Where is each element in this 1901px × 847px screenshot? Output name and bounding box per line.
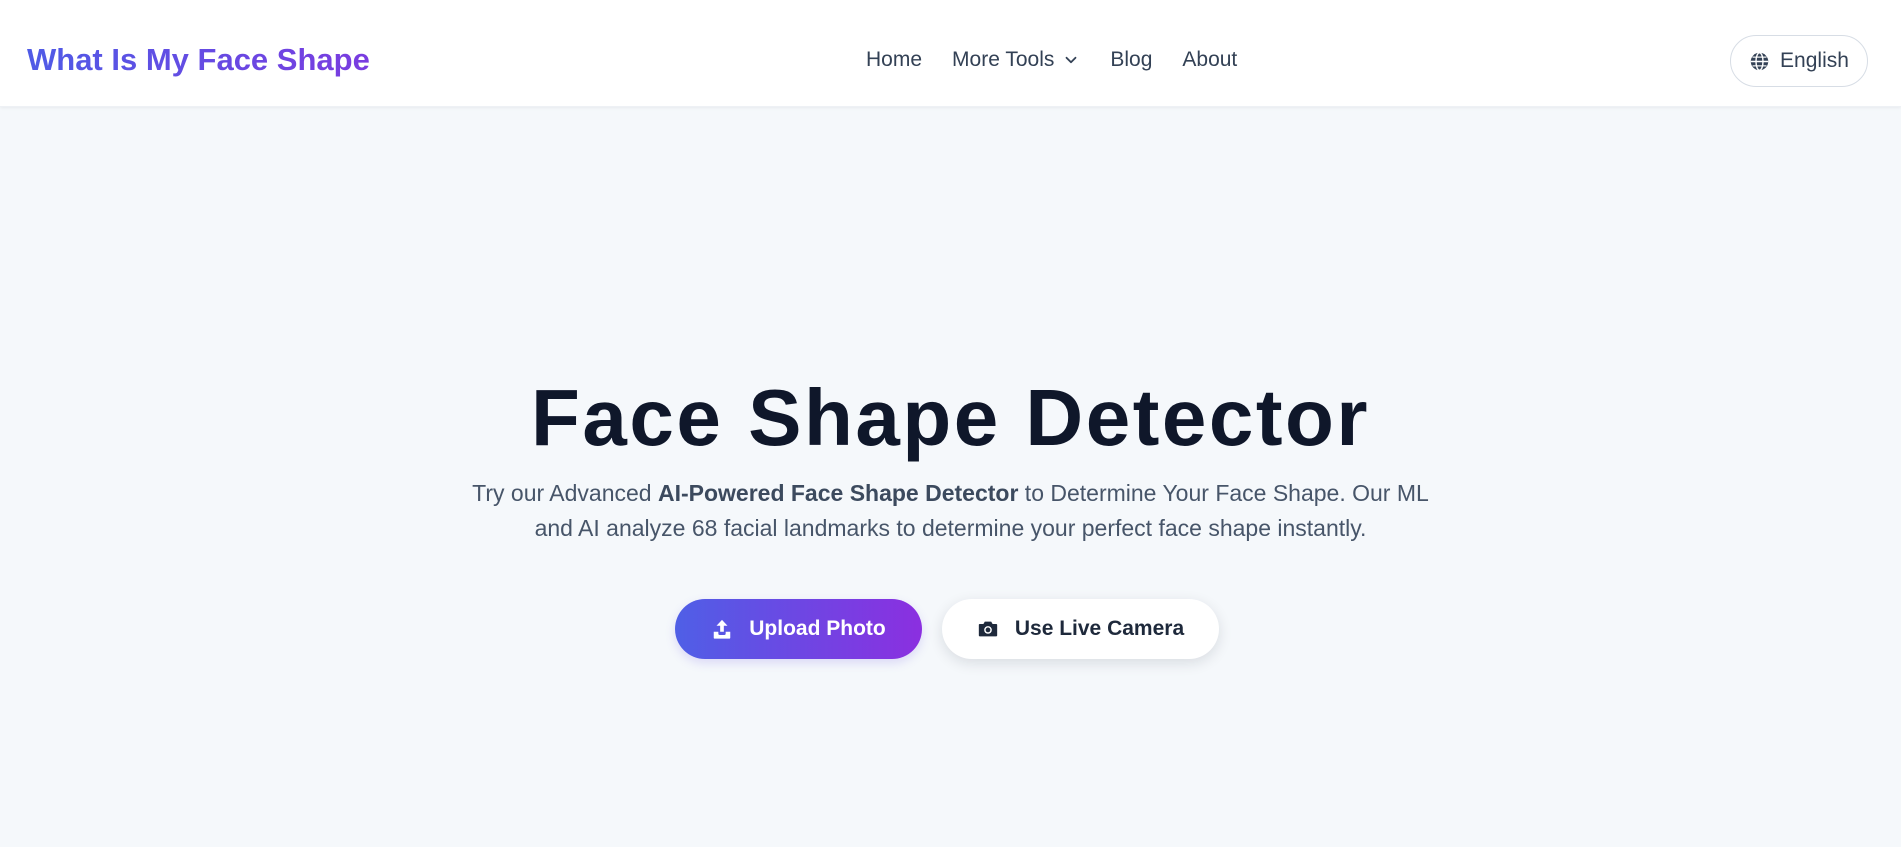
- live-camera-label: Use Live Camera: [1014, 617, 1185, 640]
- nav-item-label: More Tools: [952, 48, 1055, 71]
- nav-item-about[interactable]: About: [1182, 46, 1237, 74]
- nav-item-label: About: [1182, 48, 1238, 71]
- site-header: What Is My Face Shape Home More Tools Bl…: [0, 0, 1901, 107]
- hero-description: Try our Advanced AI-Powered Face Shape D…: [470, 476, 1431, 546]
- nav-item-blog[interactable]: Blog: [1110, 46, 1152, 74]
- upload-icon: [714, 619, 731, 639]
- main-nav: Home More Tools Blog About: [866, 46, 1237, 74]
- language-label: English: [1780, 49, 1849, 72]
- hero-description-prefix: Try our Advanced: [472, 480, 658, 506]
- nav-item-label: Blog: [1110, 48, 1153, 71]
- chevron-down-icon: [1065, 56, 1077, 64]
- globe-icon: [1750, 51, 1769, 71]
- page-title: Face Shape Detector: [531, 373, 1370, 462]
- hero-description-emphasis: AI-Powered Face Shape Detector: [657, 480, 1019, 506]
- upload-photo-label: Upload Photo: [749, 617, 886, 640]
- camera-icon: [978, 621, 998, 637]
- language-selector-button[interactable]: English: [1730, 35, 1868, 87]
- nav-item-home[interactable]: Home: [866, 46, 922, 74]
- upload-photo-button[interactable]: Upload Photo: [675, 599, 922, 659]
- nav-item-more-tools[interactable]: More Tools: [952, 46, 1080, 74]
- site-logo[interactable]: What Is My Face Shape: [27, 40, 370, 80]
- nav-item-label: Home: [866, 48, 923, 71]
- live-camera-button[interactable]: Use Live Camera: [942, 599, 1219, 659]
